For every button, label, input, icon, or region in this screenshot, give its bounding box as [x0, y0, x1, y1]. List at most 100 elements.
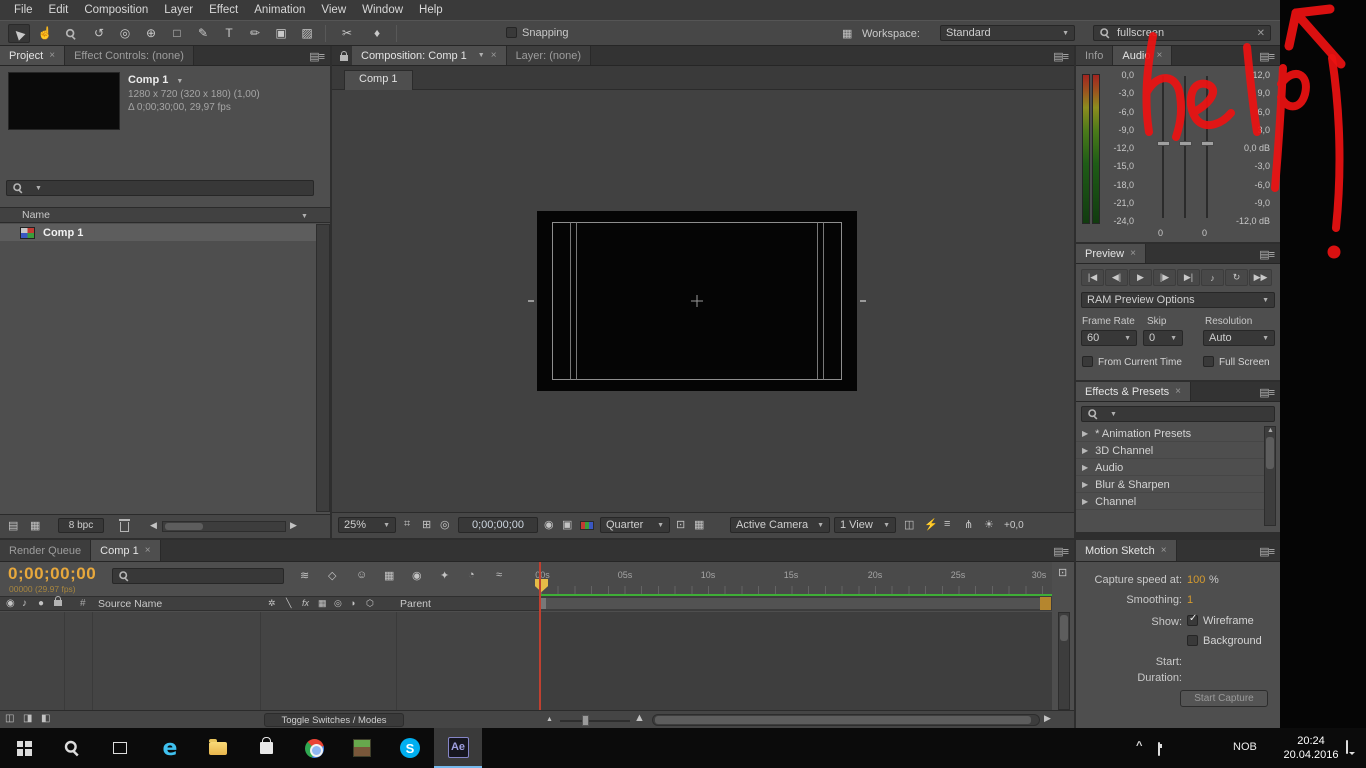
expand-icon[interactable]: ▶ [1082, 480, 1088, 489]
motion-blur-switch-icon[interactable]: ◎ [334, 598, 342, 609]
project-scrollbar[interactable] [316, 224, 330, 512]
column-hash[interactable]: # [80, 598, 86, 609]
transparency-grid-icon[interactable]: ▦ [694, 518, 704, 531]
full-screen-checkbox[interactable]: Full Screen [1203, 356, 1270, 368]
task-view-button[interactable] [96, 728, 144, 768]
trash-icon[interactable] [119, 518, 130, 535]
panel-menu-icon[interactable]: ▤≡ [1259, 386, 1275, 399]
effects-scrollbar[interactable]: ▲ [1264, 426, 1276, 526]
audio-toggle-button[interactable]: ♪ [1201, 269, 1224, 286]
tab-info[interactable]: Info [1076, 46, 1114, 65]
start-button[interactable] [0, 728, 48, 768]
panel-menu-icon[interactable]: ▤≡ [1259, 545, 1275, 558]
start-capture-button[interactable]: Start Capture [1180, 690, 1268, 707]
taskbar-search-button[interactable] [48, 728, 96, 768]
brainstorm-icon[interactable]: ✦ [440, 569, 449, 582]
last-frame-button[interactable]: ▶| [1177, 269, 1200, 286]
project-list-header[interactable]: Name ▼ [0, 207, 330, 223]
capture-speed-value[interactable]: 100 [1187, 574, 1205, 586]
adjustment-switch-icon[interactable]: ◑ [350, 598, 355, 608]
scroll-right-icon[interactable]: ▶ [1044, 713, 1051, 724]
panel-menu-icon[interactable]: ▤≡ [1259, 50, 1275, 63]
work-area-end-handle[interactable] [1040, 597, 1051, 610]
project-search-input[interactable]: ▼ [6, 180, 314, 196]
taskbar-skype-button[interactable]: S [386, 728, 434, 768]
close-icon[interactable]: × [49, 50, 55, 61]
close-icon[interactable]: × [1175, 386, 1181, 397]
grid-icon[interactable]: ⊞ [422, 518, 431, 531]
timeline-timecode[interactable]: 0;00;00;00 [8, 564, 96, 584]
effects-group-3d-channel[interactable]: ▶ 3D Channel [1076, 443, 1266, 459]
expand-icon[interactable]: ▶ [1082, 429, 1088, 438]
viewer-tab-comp1[interactable]: Comp 1 [344, 70, 413, 90]
scroll-up-icon[interactable]: ▲ [1267, 427, 1274, 434]
channels-icon[interactable] [580, 521, 594, 533]
work-area-bar[interactable] [540, 596, 1052, 611]
camera-select[interactable]: Active Camera ▼ [730, 517, 830, 533]
audio-icon[interactable]: ♪ [22, 598, 27, 609]
show-snapshot-icon[interactable]: ▣ [562, 518, 572, 531]
expand-av-pane-icon[interactable]: ◫ [5, 713, 14, 724]
ram-preview-options-select[interactable]: RAM Preview Options ▼ [1081, 292, 1275, 308]
chevron-down-icon[interactable]: ▼ [176, 78, 183, 85]
scroll-right-icon[interactable]: ▶ [290, 520, 297, 531]
comp-timecode-field[interactable]: 0;00;00;00 [458, 517, 538, 533]
menu-file[interactable]: File [6, 2, 41, 18]
frame-blend-icon[interactable]: ▦ [384, 569, 394, 582]
fast-preview-icon[interactable]: ⚡ [924, 518, 938, 531]
close-icon[interactable]: × [1161, 545, 1167, 556]
menu-layer[interactable]: Layer [156, 2, 201, 18]
timeline-search-input[interactable] [112, 568, 284, 584]
taskbar-store-button[interactable] [242, 728, 290, 768]
hand-tool-icon[interactable]: ☝ [34, 24, 56, 43]
loop-button[interactable]: ↻ [1225, 269, 1248, 286]
taskbar-after-effects-button[interactable]: Ae [434, 728, 482, 768]
3d-switch-icon[interactable]: ⬡ [366, 598, 374, 609]
expand-icon[interactable]: ▶ [1082, 463, 1088, 472]
first-frame-button[interactable]: |◀ [1081, 269, 1104, 286]
tab-layer[interactable]: Layer: (none) [506, 46, 591, 65]
region-of-interest-icon[interactable]: ⊡ [676, 518, 685, 531]
panel-menu-icon[interactable]: ▤≡ [1053, 545, 1069, 558]
draft-3d-icon[interactable]: ◇ [328, 569, 336, 582]
effects-switch-icon[interactable]: fx [302, 598, 309, 608]
resolution-select[interactable]: Quarter ▼ [600, 517, 670, 533]
close-icon[interactable]: × [145, 545, 151, 556]
taskbar-explorer-button[interactable] [194, 728, 242, 768]
close-icon[interactable]: × [1157, 50, 1163, 61]
audio-slider-left[interactable] [1162, 76, 1164, 218]
menu-composition[interactable]: Composition [76, 2, 156, 18]
tray-chevron-up-icon[interactable]: ^ [1136, 740, 1142, 752]
zoom-tool-icon[interactable] [60, 24, 82, 43]
audio-slider-both[interactable] [1184, 76, 1186, 218]
hide-shy-icon[interactable]: ☺ [356, 569, 367, 581]
clear-search-icon[interactable]: ✕ [1257, 28, 1265, 39]
toggle-switches-modes-button[interactable]: Toggle Switches / Modes [264, 713, 404, 727]
tab-preview[interactable]: Preview × [1076, 244, 1146, 263]
timeline-zoom-thumb[interactable] [582, 715, 589, 726]
snapshot-icon[interactable]: ◉ [544, 518, 554, 531]
timeline-vscrollbar[interactable] [1058, 612, 1070, 710]
mask-visibility-icon[interactable]: ◎ [440, 518, 450, 531]
lock-icon[interactable] [54, 595, 62, 609]
comp-button-icon[interactable]: ⊡ [1058, 566, 1067, 579]
eye-icon[interactable]: ◉ [6, 598, 15, 609]
expand-icon[interactable]: ▶ [1082, 497, 1088, 506]
type-tool-icon[interactable]: T [218, 24, 240, 43]
battery-icon[interactable] [1158, 742, 1160, 756]
graph-editor-icon[interactable]: ≈ [496, 569, 502, 581]
exposure-value[interactable]: +0,0 [1004, 520, 1024, 531]
taskbar-clock[interactable]: 20:24 20.04.2016 [1278, 734, 1344, 762]
next-frame-button[interactable]: |▶ [1153, 269, 1176, 286]
roto-brush-tool-icon[interactable]: ✂ [336, 24, 358, 43]
tab-project[interactable]: Project × [0, 46, 66, 65]
safe-guides-icon[interactable]: ⌗ [404, 518, 410, 531]
menu-animation[interactable]: Animation [246, 2, 313, 18]
close-icon[interactable]: × [491, 50, 497, 61]
panel-menu-icon[interactable]: ▤≡ [1053, 50, 1069, 63]
pixel-aspect-icon[interactable]: ◫ [904, 518, 914, 531]
project-item-comp1[interactable]: Comp 1 [0, 224, 316, 241]
frame-rate-select[interactable]: 60 ▼ [1081, 330, 1137, 346]
auto-keyframe-icon[interactable]: ◔ [468, 569, 475, 581]
expand-icon[interactable]: ▶ [1082, 446, 1088, 455]
